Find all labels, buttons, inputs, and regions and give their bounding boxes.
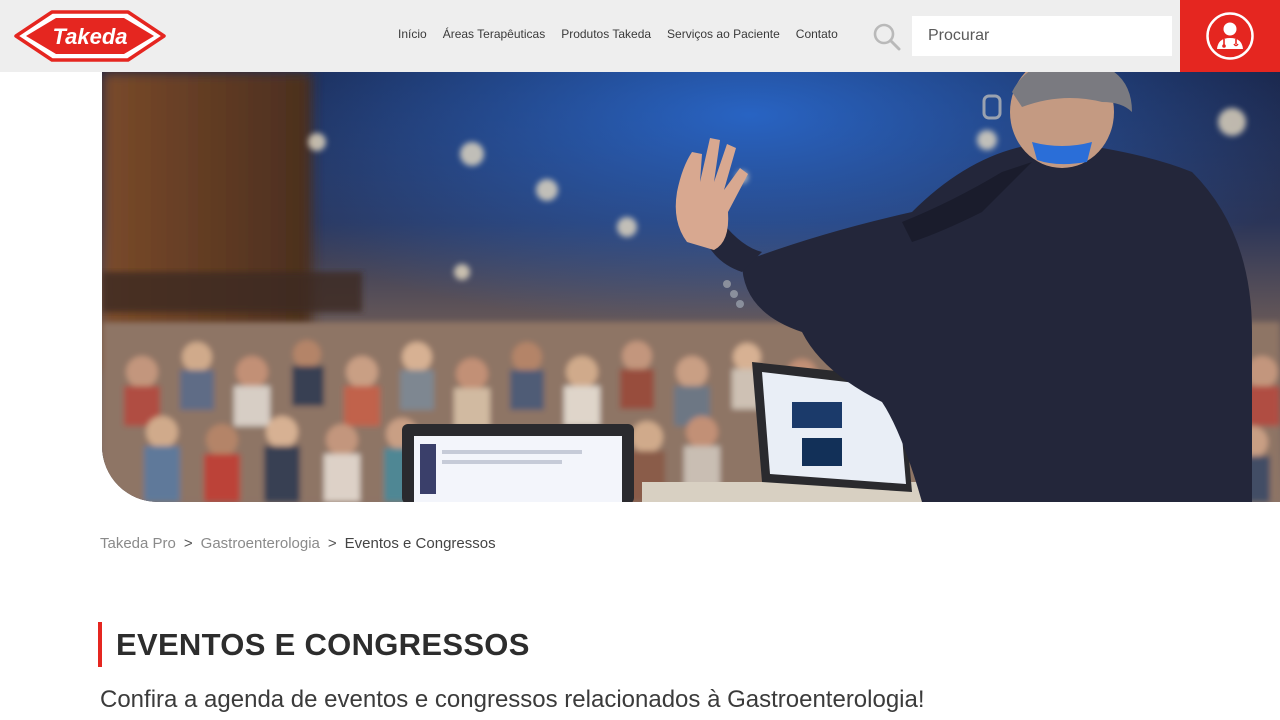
speaker-at-conference-photo <box>102 72 1280 502</box>
page-title: EVENTOS E CONGRESSOS <box>116 627 530 662</box>
breadcrumb-link-gastroenterologia[interactable]: Gastroenterologia <box>201 535 320 552</box>
hero-banner <box>102 72 1280 502</box>
takeda-logo[interactable]: Takeda <box>12 8 168 64</box>
nav-item-contato[interactable]: Contato <box>796 27 838 41</box>
breadcrumb-separator: > <box>183 535 193 552</box>
search-icon[interactable] <box>872 22 902 52</box>
nav-item-areas-terapeuticas[interactable]: Áreas Terapêuticas <box>443 27 546 41</box>
nav-item-inicio[interactable]: Início <box>398 27 427 41</box>
svg-text:Takeda: Takeda <box>52 24 127 49</box>
profile-button[interactable] <box>1180 0 1280 72</box>
takeda-logo-mark: Takeda <box>14 10 166 62</box>
search-input[interactable] <box>912 16 1172 56</box>
main-nav: Início Áreas Terapêuticas Produtos Taked… <box>398 0 838 68</box>
site-header: Takeda Início Áreas Terapêuticas Produto… <box>0 0 1280 72</box>
nav-item-servicos-ao-paciente[interactable]: Serviços ao Paciente <box>667 27 780 41</box>
title-accent-bar <box>98 622 102 667</box>
laptop-left <box>402 424 634 502</box>
page-subtitle: Confira a agenda de eventos e congressos… <box>100 686 925 713</box>
breadcrumb-separator: > <box>327 535 337 552</box>
breadcrumb-link-takeda-pro[interactable]: Takeda Pro <box>100 535 176 552</box>
breadcrumb-current: Eventos e Congressos <box>344 535 496 552</box>
doctor-user-icon <box>1206 12 1254 60</box>
nav-item-produtos-takeda[interactable]: Produtos Takeda <box>561 27 651 41</box>
breadcrumb: Takeda Pro > Gastroenterologia > Eventos… <box>100 535 496 552</box>
